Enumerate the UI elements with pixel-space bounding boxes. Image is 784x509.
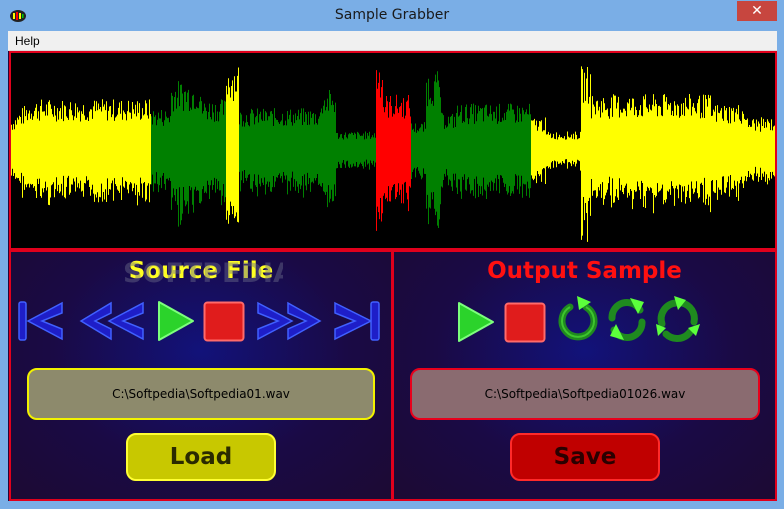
load-button[interactable]: Load [126, 433, 276, 481]
client-area: Help Source File SOFTPEDIA C:\Softpedia\… [8, 31, 777, 501]
close-button[interactable]: ✕ [737, 1, 777, 21]
output-stop-icon[interactable] [504, 302, 546, 343]
output-play-icon[interactable] [456, 301, 496, 343]
cycle-icon[interactable] [652, 294, 704, 344]
stop-icon[interactable] [203, 301, 245, 342]
watermark-text: SOFTPEDIA [123, 258, 283, 287]
waveform-display[interactable] [9, 51, 777, 250]
window-title: Sample Grabber [334, 7, 450, 23]
fast-forward-icon[interactable] [254, 300, 322, 342]
output-sample-title: Output Sample [487, 258, 682, 284]
skip-to-start-icon[interactable] [16, 300, 68, 342]
title-bar: Sample Grabber ✕ [0, 0, 784, 32]
rewind-icon[interactable] [79, 300, 147, 342]
save-button[interactable]: Save [510, 433, 660, 481]
source-file-panel: Source File SOFTPEDIA C:\Softpedia\Softp… [9, 250, 393, 501]
source-file-path: C:\Softpedia\Softpedia01.wav [27, 368, 375, 420]
loop-icon[interactable] [555, 294, 601, 344]
play-icon[interactable] [156, 300, 196, 342]
menu-help[interactable]: Help [15, 34, 40, 48]
menu-bar: Help [8, 31, 777, 51]
watermark-logo: SOFTPEDIA [123, 258, 283, 287]
output-file-path: C:\Softpedia\Softpedia01026.wav [410, 368, 760, 420]
app-window: Sample Grabber ✕ Help Source File SOFTPE… [0, 0, 784, 509]
waveform-graph [11, 66, 775, 242]
skip-to-end-icon[interactable] [331, 300, 383, 342]
output-sample-panel: Output Sample C:\Softpedia\Softpedia0102… [392, 250, 777, 501]
repeat-icon[interactable] [604, 294, 650, 344]
